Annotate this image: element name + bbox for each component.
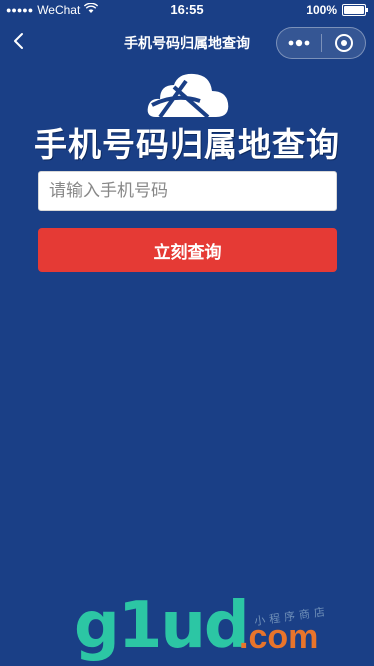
- page-headline: 手机号码归属地查询: [34, 125, 340, 164]
- watermark: g1ud 小程序商店 .com: [74, 590, 364, 662]
- navigation-bar: 手机号码归属地查询: [0, 20, 374, 64]
- more-icon[interactable]: [277, 28, 321, 58]
- battery-icon: [342, 4, 368, 16]
- phone-number-input[interactable]: [38, 171, 337, 211]
- status-right: 100%: [306, 3, 368, 17]
- cloud-logo-icon: [146, 71, 230, 121]
- status-bar: ●●●●● WeChat 16:55 100%: [0, 0, 374, 20]
- watermark-tld: .com: [239, 618, 319, 656]
- battery-percent: 100%: [306, 3, 337, 17]
- close-icon[interactable]: [322, 28, 365, 58]
- mini-program-capsule: [276, 27, 366, 59]
- watermark-brand: g1ud: [74, 589, 250, 663]
- query-button[interactable]: 立刻查询: [38, 228, 337, 272]
